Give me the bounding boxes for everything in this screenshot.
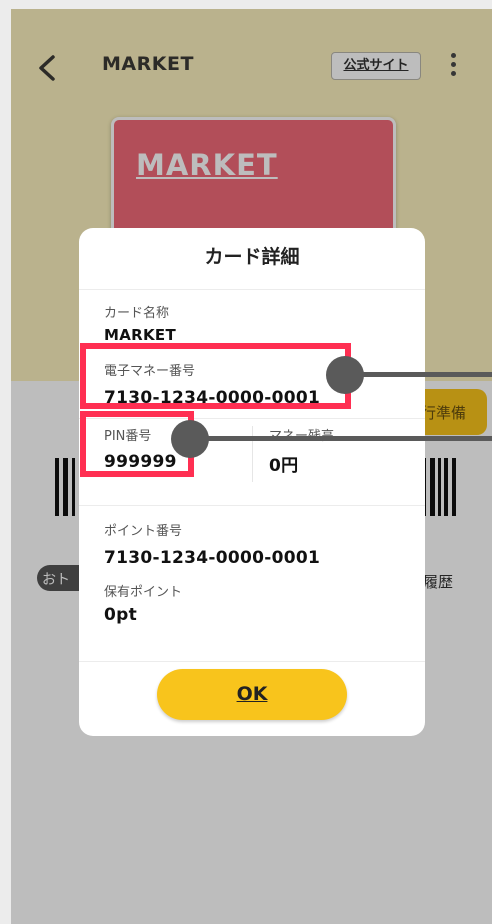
modal-title: カード詳細 xyxy=(204,246,300,268)
divider xyxy=(79,289,425,290)
pin-pointer-dot xyxy=(171,420,209,458)
card-name-value: MARKET xyxy=(104,326,176,344)
balance-value: 0円 xyxy=(269,456,299,476)
emoney-number-pointer-line xyxy=(359,372,492,377)
points-held-value: 0pt xyxy=(104,605,138,625)
points-held-label: 保有ポイント xyxy=(104,585,183,600)
point-number-label: ポイント番号 xyxy=(104,524,183,539)
point-number-value: 7130-1234-0000-0001 xyxy=(104,548,321,568)
emoney-number-highlight xyxy=(80,343,351,409)
divider xyxy=(79,661,425,662)
card-detail-modal: カード詳細 カード名称 MARKET 電子マネー番号 7130-1234-000… xyxy=(79,228,425,736)
balance-label: マネー残高 xyxy=(269,425,334,444)
emoney-number-pointer-dot xyxy=(326,356,364,394)
card-name-label: カード名称 xyxy=(104,306,170,321)
pin-pointer-line xyxy=(199,436,492,441)
divider xyxy=(79,505,425,506)
column-divider xyxy=(252,426,253,482)
phone-screen: MARKET 公式サイト MARKET 行準備 おト 履歴 カード詳細 カード名… xyxy=(11,9,492,924)
ok-button[interactable]: OK xyxy=(157,669,347,720)
